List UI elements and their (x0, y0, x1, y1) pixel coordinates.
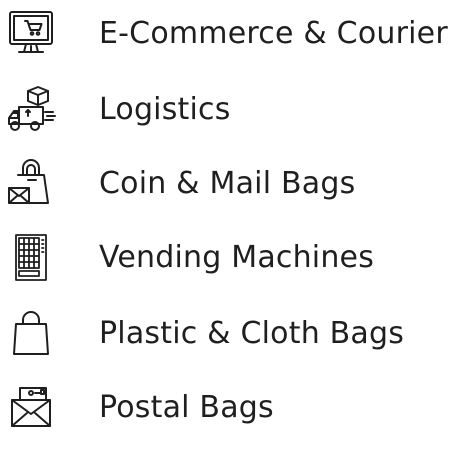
category-list: E-Commerce & Courier Logistics Coin & Ma… (0, 0, 476, 445)
list-item-ecommerce-courier[interactable]: E-Commerce & Courier (0, 8, 476, 76)
list-item-label: Logistics (99, 92, 231, 127)
list-item-label: Vending Machines (99, 240, 375, 275)
list-item-coin-mail-bags[interactable]: Coin & Mail Bags (0, 158, 476, 226)
vending-machine-icon (6, 232, 58, 284)
list-item-label: Coin & Mail Bags (99, 166, 356, 201)
list-item-label: Postal Bags (99, 390, 274, 425)
shopping-bag-icon (6, 308, 58, 360)
bag-envelope-icon (6, 158, 58, 210)
list-item-label: Plastic & Cloth Bags (99, 316, 405, 351)
delivery-truck-icon (6, 84, 58, 136)
postal-envelope-icon (6, 382, 58, 434)
list-item-plastic-cloth-bags[interactable]: Plastic & Cloth Bags (0, 308, 476, 376)
list-item-label: E-Commerce & Courier (99, 16, 448, 51)
list-item-vending-machines[interactable]: Vending Machines (0, 232, 476, 300)
list-item-postal-bags[interactable]: Postal Bags (0, 382, 476, 450)
monitor-shopping-cart-icon (6, 8, 58, 60)
list-item-logistics[interactable]: Logistics (0, 84, 476, 152)
